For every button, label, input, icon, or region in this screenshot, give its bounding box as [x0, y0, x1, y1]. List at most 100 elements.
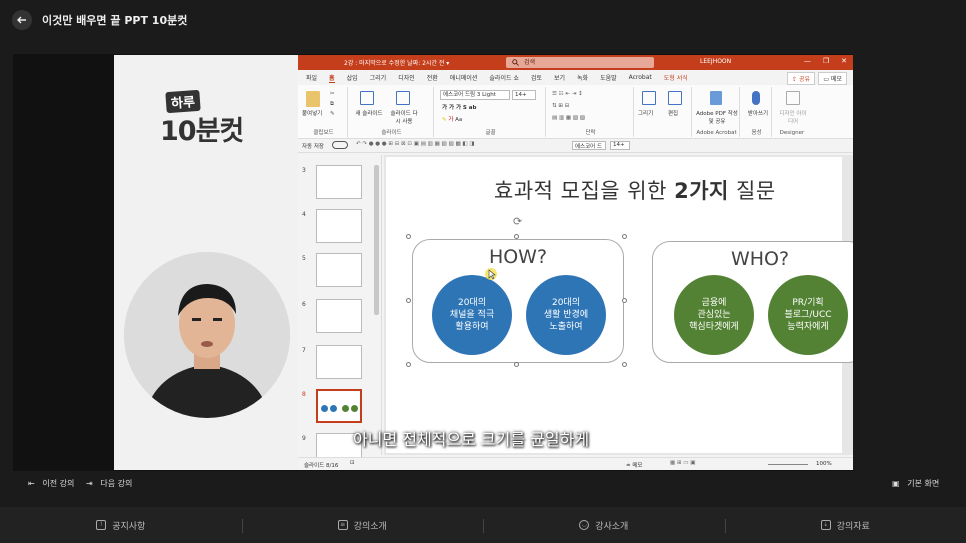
qat-size-select[interactable]: 14+: [610, 141, 630, 150]
resize-handle[interactable]: [622, 234, 627, 239]
restore-button[interactable]: ❐: [823, 57, 829, 65]
tab-view[interactable]: 보기: [554, 73, 565, 82]
direction-icons[interactable]: ⇅ ⊞ ⊟: [552, 103, 569, 109]
reuse-slide-icon[interactable]: [396, 91, 410, 105]
how-circle-2[interactable]: 20대의 생활 반경에 노출하여: [526, 275, 606, 355]
shapes-icon[interactable]: [642, 91, 656, 105]
nav-notice[interactable]: ! 공지사항: [0, 507, 242, 543]
who-circle-1[interactable]: 금융에 관심있는 핵심타겟에게: [674, 275, 754, 355]
quick-access-toolbar: 자동 저장 ↶ ↷ ● ● ● ⊞ ⊟ ⊠ ⊡ ▣ ▤ ▥ ▦ ▧ ▨ ▩ ◧ …: [298, 139, 853, 153]
resize-handle[interactable]: [514, 362, 519, 367]
comment-icon: ▭: [823, 76, 830, 83]
font-name-select[interactable]: 에스코어 드림 3 Light: [440, 90, 510, 100]
thumbnail-scrollbar[interactable]: [374, 165, 379, 315]
tab-shape-format[interactable]: 도형 서식: [664, 73, 688, 82]
view-mode-label: 기본 화면: [907, 479, 940, 488]
skip-previous-icon: ⇤: [28, 479, 35, 488]
nav-instructor[interactable]: ◡ 강사소개: [483, 507, 725, 543]
designer-group: 디자인 아이디어 Designer: [774, 87, 810, 137]
who-circle-2[interactable]: PR/기획 블로그/UCC 능력자에게: [768, 275, 848, 355]
font-color-buttons[interactable]: ✎ 가 Aa: [442, 115, 462, 123]
slide-thumbnail-5[interactable]: [316, 253, 362, 287]
zoom-level: 100%: [816, 461, 832, 467]
tab-home[interactable]: 홈: [329, 73, 335, 83]
slide-thumbnail-4[interactable]: [316, 209, 362, 243]
tab-record[interactable]: 녹화: [577, 73, 588, 82]
resize-handle[interactable]: [514, 234, 519, 239]
tab-file[interactable]: 파일: [306, 73, 317, 82]
user-name[interactable]: LEEJHOON: [700, 58, 731, 65]
clipboard-group-label: 클립보드: [313, 130, 334, 136]
tab-acrobat[interactable]: Acrobat: [629, 74, 652, 81]
prev-lecture-button[interactable]: ⇤ 이전 강의: [28, 478, 74, 489]
nav-course-info-label: 강의소개: [353, 521, 387, 532]
adobe-pdf-label: Adobe PDF 작성 및 공유: [696, 111, 738, 125]
tab-animations[interactable]: 애니메이션: [450, 73, 478, 82]
video-player[interactable]: 하루 10분컷 2강 : 마지막으로 수정한 날짜: 2시간 전 ▾ 검색 LE…: [13, 54, 853, 471]
ribbon-tabs: 파일 홈 삽입 그리기 디자인 전환 애니메이션 슬라이드 쇼 검토 보기 녹화…: [298, 70, 853, 85]
font-size-select[interactable]: 14+: [512, 90, 536, 100]
player-controls: ⇤ 이전 강의 ⇥ 다음 강의 ▣ 기본 화면: [0, 471, 966, 495]
font-style-buttons[interactable]: 가 가 가 S ab: [442, 103, 476, 111]
back-button[interactable]: [12, 10, 32, 30]
close-button[interactable]: ✕: [841, 57, 847, 65]
slide-thumbnail-6[interactable]: [316, 299, 362, 333]
tab-insert[interactable]: 삽입: [347, 73, 358, 82]
font-group-label: 글꼴: [485, 130, 496, 136]
share-label: 공유: [798, 76, 810, 83]
acrobat-group-label: Adobe Acrobat: [696, 130, 737, 136]
notes-button[interactable]: ≐ 메모: [626, 461, 642, 469]
drawing-group: 그리기 편집: [636, 87, 692, 137]
slide-thumbnail-3[interactable]: [316, 165, 362, 199]
align-icons[interactable]: ▤ ▥ ▦ ▧ ▨: [552, 115, 585, 121]
slide-thumbnail-8[interactable]: [316, 389, 362, 423]
current-slide[interactable]: 효과적 모집을 위한 2가지 질문 HOW? ⟳ 20대의 채널을 적극 활용하…: [386, 157, 853, 453]
zoom-slider[interactable]: [768, 464, 808, 465]
copy-icon[interactable]: ⧉: [330, 101, 334, 108]
person-icon: ◡: [579, 520, 590, 530]
document-title[interactable]: 2강 : 마지막으로 수정한 날짜: 2시간 전 ▾: [344, 58, 449, 67]
resize-handle[interactable]: [406, 298, 411, 303]
nav-course-info[interactable]: ≡ 강의소개: [241, 507, 484, 543]
new-slide-icon[interactable]: [360, 91, 374, 105]
cut-icon[interactable]: ✂: [330, 91, 335, 97]
paste-icon[interactable]: [306, 91, 320, 107]
qat-icons[interactable]: ↶ ↷ ● ● ● ⊞ ⊟ ⊠ ⊡ ▣ ▤ ▥ ▦ ▧ ▨ ▩ ◧ ◨: [356, 141, 475, 147]
share-button[interactable]: ⇪ 공유: [787, 72, 815, 85]
how-circle-1[interactable]: 20대의 채널을 적극 활용하여: [432, 275, 512, 355]
designer-icon[interactable]: [786, 91, 800, 105]
resize-handle[interactable]: [406, 234, 411, 239]
qat-font-select[interactable]: 에스코어 드: [572, 141, 606, 150]
arrow-left-icon: [17, 16, 26, 24]
tab-draw[interactable]: 그리기: [370, 73, 387, 82]
tab-design[interactable]: 디자인: [398, 73, 415, 82]
slide-thumbnails: 3 4 5 6 7 8 9: [298, 155, 382, 467]
view-buttons[interactable]: ▦ ⊞ ▭ ▣: [670, 460, 695, 466]
list-icons[interactable]: ☰ ☷ ⇤ ⇥ ↕: [552, 91, 583, 97]
tab-transitions[interactable]: 전환: [427, 73, 438, 82]
nav-materials[interactable]: ⇣ 강의자료: [724, 507, 966, 543]
tab-review[interactable]: 검토: [531, 73, 542, 82]
memo-button[interactable]: ▭ 메모: [818, 72, 847, 85]
resize-handle[interactable]: [406, 362, 411, 367]
tab-help[interactable]: 도움말: [600, 73, 617, 82]
slide-count: 슬라이드 8/16: [304, 463, 339, 469]
next-lecture-button[interactable]: ⇥ 다음 강의: [86, 478, 132, 489]
rotate-handle-icon[interactable]: ⟳: [513, 215, 522, 228]
search-input[interactable]: 검색: [506, 57, 654, 68]
search-placeholder: 검색: [524, 59, 536, 66]
resize-handle[interactable]: [622, 362, 627, 367]
accessibility-icon[interactable]: ⊡: [350, 460, 355, 466]
resize-handle[interactable]: [622, 298, 627, 303]
slide-number: 9: [302, 435, 306, 442]
format-painter-icon[interactable]: ✎: [330, 111, 335, 117]
microphone-icon[interactable]: [752, 91, 760, 105]
edit-icon[interactable]: [668, 91, 682, 105]
adobe-pdf-icon[interactable]: [710, 91, 722, 105]
minimize-button[interactable]: —: [804, 57, 811, 65]
autosave-toggle[interactable]: [332, 141, 348, 149]
how-label: HOW?: [488, 246, 548, 268]
tab-slideshow[interactable]: 슬라이드 쇼: [489, 73, 519, 82]
slide-thumbnail-7[interactable]: [316, 345, 362, 379]
view-mode-button[interactable]: ▣ 기본 화면: [892, 478, 939, 489]
